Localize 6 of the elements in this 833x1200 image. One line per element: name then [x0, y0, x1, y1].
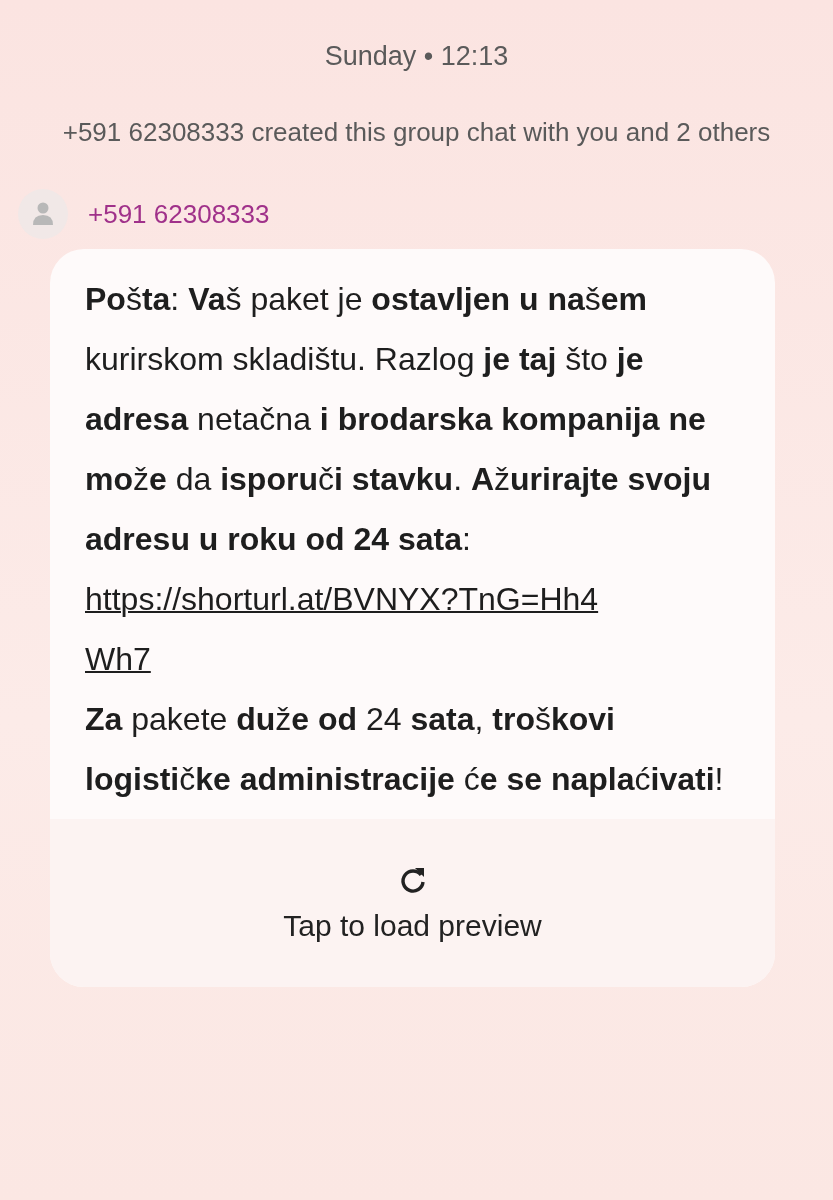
- message-text: Pošta: Vaš paket je ostavljen u našem kurirskom skladištu. Razlog je taj što je adresa netačna i brodarska kompanija ne može da isporuči stavku. Ažurirajte svoju adresu u roku od 24 sata:: [85, 280, 712, 559]
- message-text: Za pakete duže od 24 sata, troškovi logističke administracije će se naplaćivati!: [85, 700, 725, 799]
- system-notice: +591 62308333 created this group chat with you and 2 others: [61, 116, 772, 149]
- load-preview-button[interactable]: Tap to load preview: [275, 905, 550, 947]
- sender-name: +591 62308333: [88, 198, 270, 230]
- timestamp: Sunday • 12:13: [323, 40, 510, 73]
